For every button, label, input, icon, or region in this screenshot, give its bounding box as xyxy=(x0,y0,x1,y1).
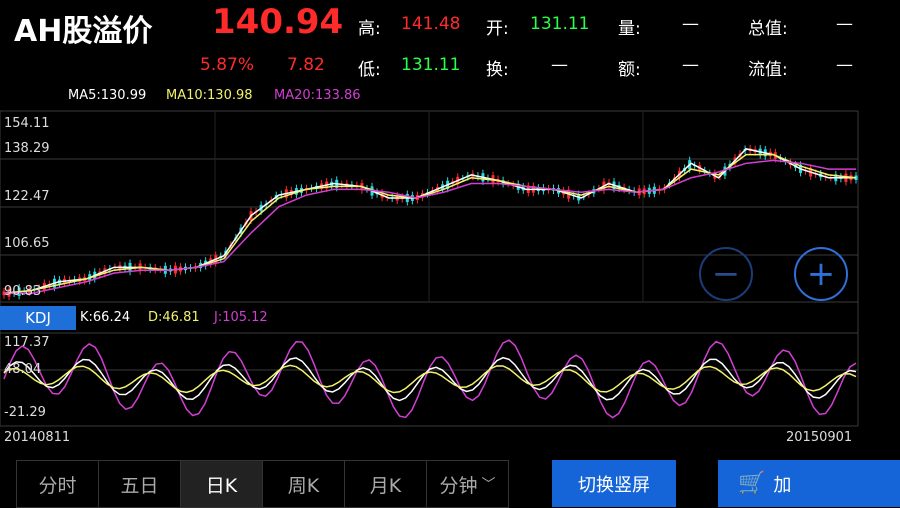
period-tab-five-day[interactable]: 五日 xyxy=(99,461,181,507)
price-axis-label: 90.83 xyxy=(4,284,42,299)
cart-icon: 🛒 xyxy=(738,471,766,496)
indicator-tab-kdj[interactable]: KDJ xyxy=(0,306,76,330)
add-watchlist-label: 加 xyxy=(773,474,792,496)
start-date: 20140811 xyxy=(4,430,71,445)
price-axis-label: 122.47 xyxy=(4,189,50,204)
zoom-in-button[interactable]: + xyxy=(794,247,848,301)
price-axis-label: 154.11 xyxy=(4,116,50,131)
period-tab-weekly[interactable]: 周K xyxy=(263,461,345,507)
kdj-j-line xyxy=(3,339,857,419)
price-axis-label: 138.29 xyxy=(4,141,50,156)
add-watchlist-button[interactable]: 🛒 加 xyxy=(718,460,900,507)
kdj-d-value: D:46.81 xyxy=(148,310,200,325)
price-axis-label: 106.65 xyxy=(4,236,50,251)
kdj-axis-label: 48.04 xyxy=(4,362,42,377)
kline-chart[interactable] xyxy=(0,0,900,507)
kdj-axis-label: -21.29 xyxy=(4,405,46,420)
kdj-j-value: J:105.12 xyxy=(214,310,268,325)
period-tab-minute-label: 分钟 xyxy=(439,474,478,497)
period-selector: 分时 五日 日K 周K 月K 分钟 ﹀ xyxy=(16,460,509,508)
kdj-lines-group xyxy=(3,339,857,419)
period-tab-minute[interactable]: 分钟 ﹀ xyxy=(427,461,508,507)
plus-icon: + xyxy=(806,254,836,294)
period-tab-monthly[interactable]: 月K xyxy=(345,461,427,507)
end-date: 20150901 xyxy=(786,430,853,445)
period-tab-intraday[interactable]: 分时 xyxy=(17,461,99,507)
minus-icon: − xyxy=(711,254,741,294)
kdj-axis-label: 117.37 xyxy=(4,335,50,350)
kdj-k-line xyxy=(3,356,857,402)
period-tab-daily[interactable]: 日K xyxy=(181,461,263,507)
zoom-out-button[interactable]: − xyxy=(699,247,753,301)
chevron-down-icon: ﹀ xyxy=(481,477,496,493)
kdj-k-value: K:66.24 xyxy=(80,310,131,325)
rotate-portrait-button[interactable]: 切换竖屏 xyxy=(552,460,676,507)
